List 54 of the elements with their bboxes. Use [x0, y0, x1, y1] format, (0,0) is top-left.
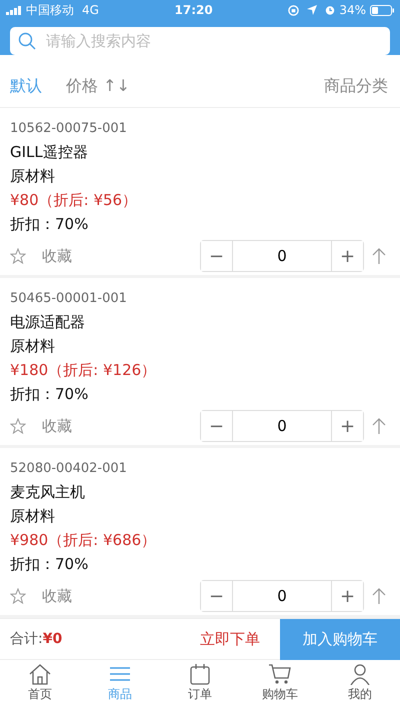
product-price: ¥980（折后: ¥686） [10, 530, 158, 551]
search-field[interactable]: 请输入搜索内容 [10, 27, 390, 55]
product-category: 原材料 [10, 166, 56, 187]
product-name: 电源适配器 [10, 312, 86, 333]
search-icon [18, 32, 36, 50]
sort-option[interactable]: 价格 ↑↓ [66, 74, 130, 98]
location-icon [307, 5, 318, 15]
product-category: 原材料 [10, 336, 56, 357]
arrow-up-icon[interactable] [372, 248, 386, 264]
quantity-field[interactable]: 0 [232, 411, 332, 441]
lock-rotation-icon [288, 4, 300, 16]
category-filter[interactable]: 商品分类 [324, 74, 388, 98]
calendar-icon [188, 663, 212, 685]
star-icon[interactable] [10, 418, 26, 434]
product-price: ¥80（折后: ¥56） [10, 190, 138, 211]
arrow-up-icon[interactable] [372, 588, 386, 604]
tab-bar-item[interactable]: 首页 [0, 660, 80, 710]
product-category: 原材料 [10, 506, 56, 527]
star-icon[interactable] [10, 248, 26, 264]
product-discount: 折扣：70% [10, 384, 90, 405]
product-price: ¥180（折后: ¥126） [10, 360, 158, 381]
product-code: 10562-00075-001 [10, 120, 128, 138]
person-icon [348, 663, 372, 685]
product-code: 52080-00402-001 [10, 460, 128, 478]
product-name: GILL遥控器 [10, 142, 89, 163]
home-icon [28, 663, 52, 685]
arrow-up-icon[interactable] [372, 418, 386, 434]
cart-icon [268, 663, 292, 685]
favorite-button[interactable]: 收藏 [42, 244, 72, 268]
star-icon[interactable] [10, 588, 26, 604]
favorite-button[interactable]: 收藏 [42, 584, 72, 608]
quantity-stepper[interactable]: − 0 + [200, 410, 364, 442]
quantity-field[interactable]: 0 [232, 581, 332, 611]
tab-bar-item[interactable]: 我的 [320, 660, 400, 710]
quantity-stepper[interactable]: − 0 + [200, 580, 364, 612]
clock-time: 17:20 [174, 2, 213, 19]
total-amount: 合计:¥0 [9, 630, 64, 648]
tab-bar-item[interactable]: 购物车 [240, 660, 320, 710]
product-discount: 折扣：70% [10, 554, 90, 575]
tab-bar-item[interactable]: 订单 [160, 660, 240, 710]
order-now-button[interactable]: 立即下单 [180, 618, 280, 660]
product-discount: 折扣：70% [10, 214, 90, 235]
quantity-field[interactable]: 0 [232, 241, 332, 271]
tab-bar-item[interactable]: 商品 [80, 660, 160, 710]
carrier-name: 中国移动 [26, 2, 74, 19]
product-code: 50465-00001-001 [10, 290, 128, 308]
battery-icon [370, 4, 394, 16]
battery-percent: 34% [339, 2, 366, 19]
quantity-stepper[interactable]: − 0 + [200, 240, 364, 272]
alarm-icon [325, 5, 336, 15]
network-type: 4G [82, 2, 99, 19]
product-name: 麦克风主机 [10, 482, 86, 503]
favorite-button[interactable]: 收藏 [42, 414, 72, 438]
signal-icon [6, 6, 22, 14]
